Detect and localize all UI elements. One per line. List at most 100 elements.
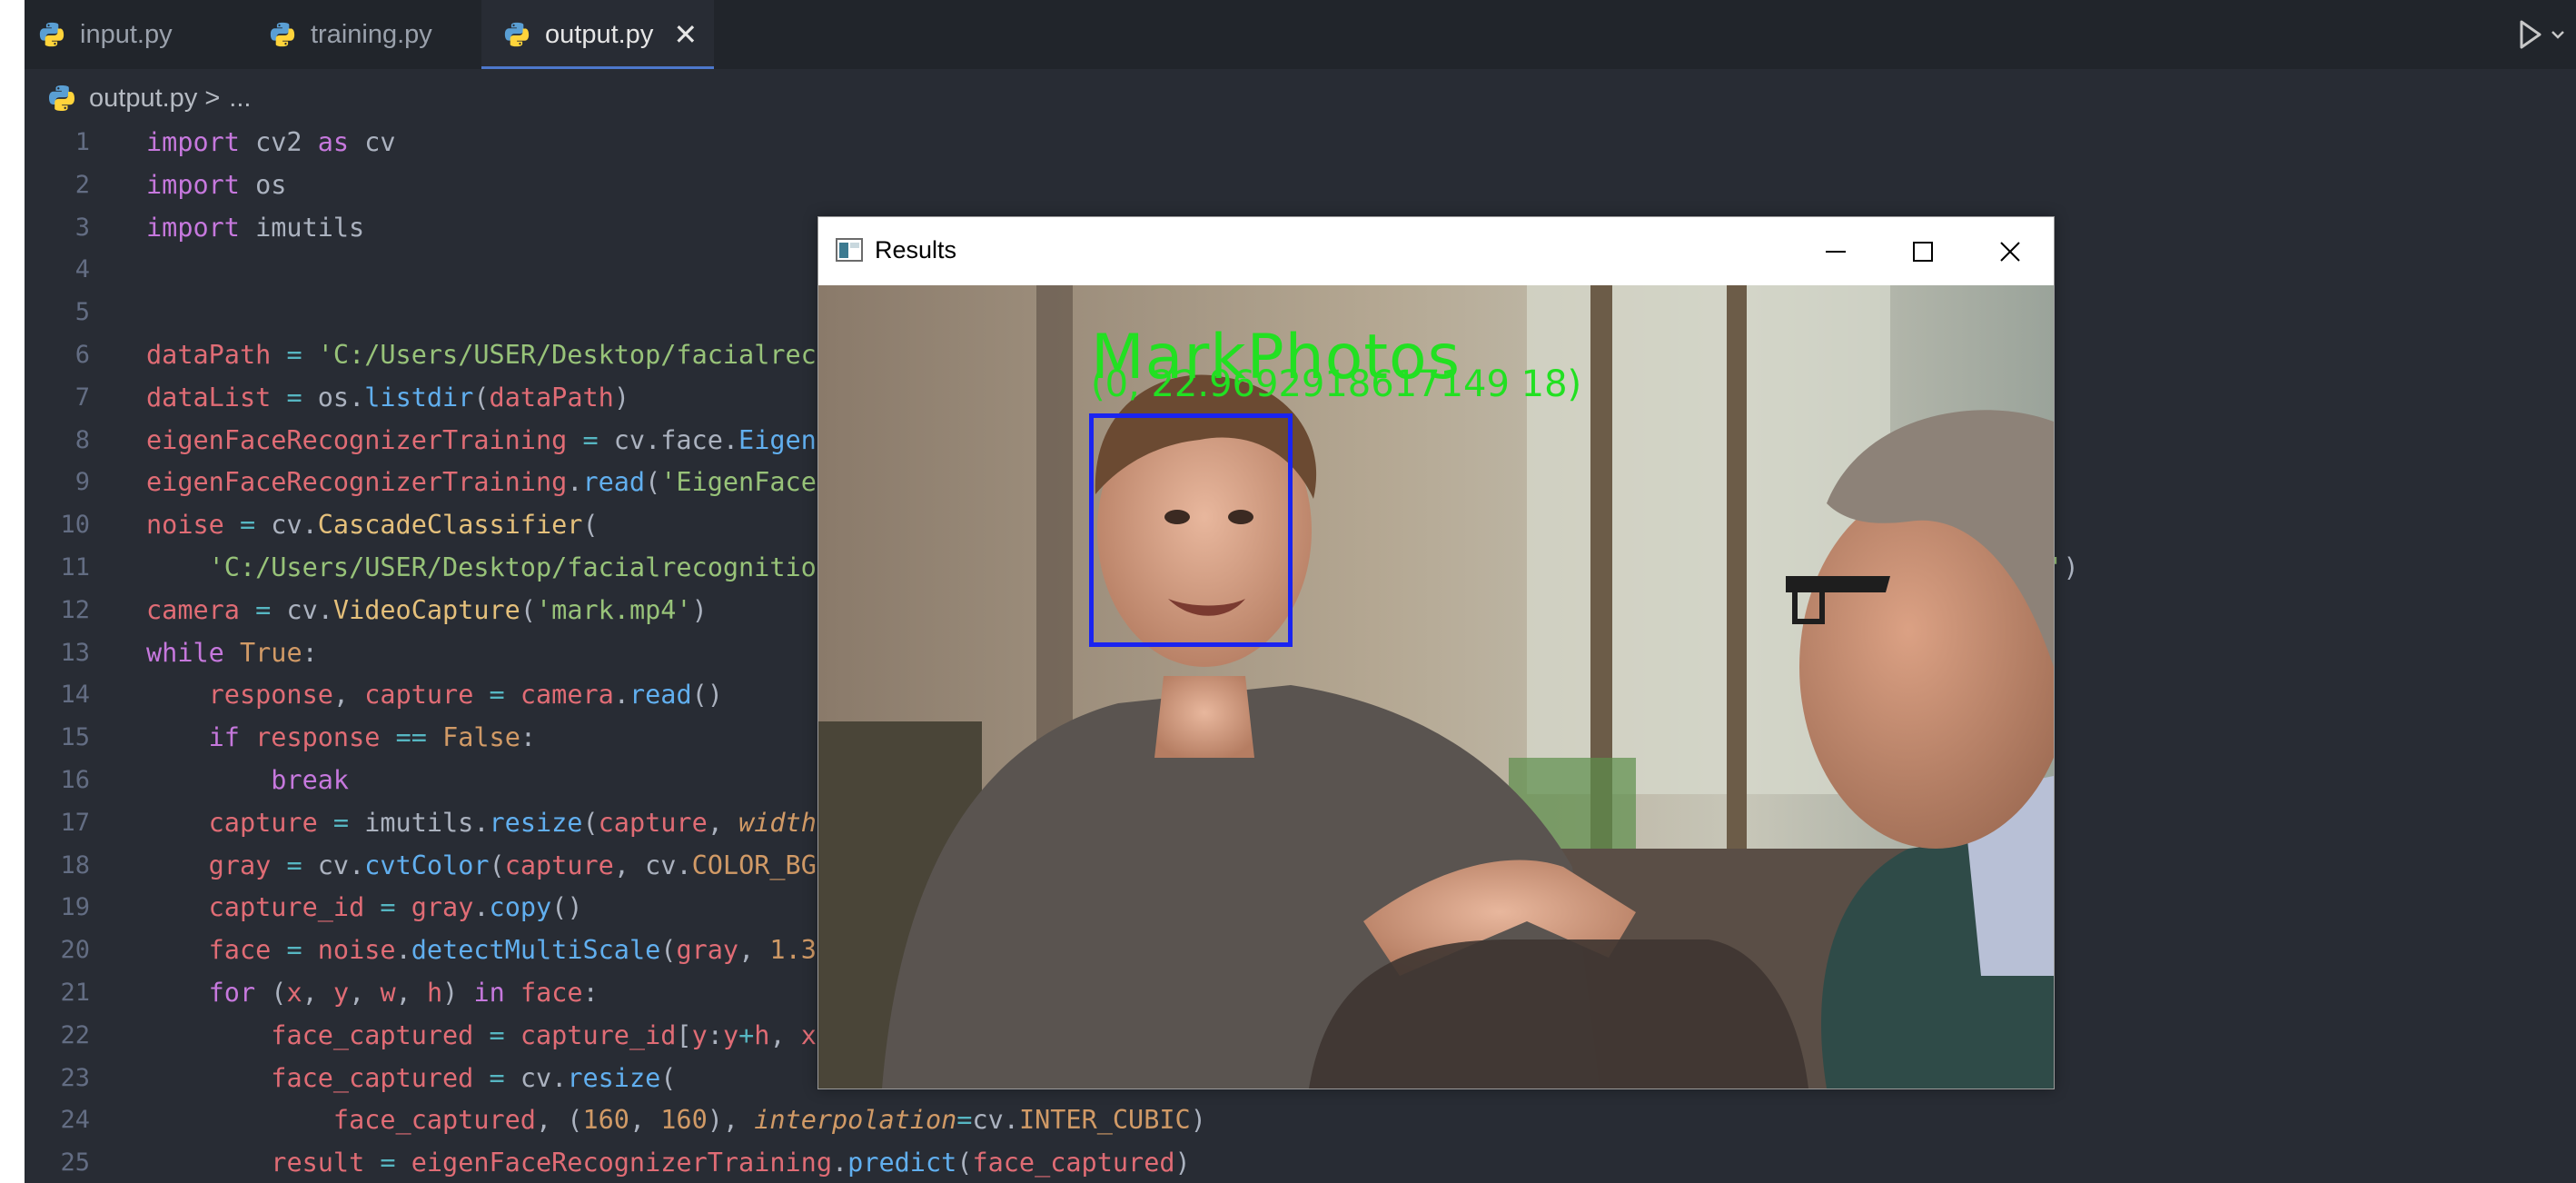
line-number: 19 xyxy=(60,893,90,922)
line-number: 4 xyxy=(74,255,90,284)
code-token: 160 xyxy=(582,1105,629,1136)
code-token: if xyxy=(208,722,240,753)
code-token: ) xyxy=(442,977,474,1008)
maximize-button[interactable] xyxy=(1881,217,1965,285)
code-token: 160 xyxy=(660,1105,708,1136)
code-token: ( xyxy=(660,935,677,966)
code-token: predict xyxy=(847,1148,957,1178)
line-number-gutter: 1 2 3 4 5 6 7 8 9 10 11 12 13 14 15 16 17 18 19 20 21 22 23 24 2… xyxy=(25,122,106,1183)
breadcrumb: output.py > ... xyxy=(47,80,251,116)
code-token: capture xyxy=(598,807,708,838)
code-line[interactable]: result = eigenFaceRecognizerTraining.pre… xyxy=(146,1142,2553,1183)
code-token: ( xyxy=(489,850,505,880)
breadcrumb-trail[interactable]: ... xyxy=(229,84,251,114)
code-token: cv. xyxy=(972,1105,1019,1136)
run-button[interactable] xyxy=(2518,16,2576,53)
code-token: : xyxy=(582,977,599,1008)
breadcrumb-file[interactable]: output.py xyxy=(89,84,197,114)
code-token: . xyxy=(473,892,490,923)
minimize-button[interactable] xyxy=(1794,217,1878,285)
code-token: imutils. xyxy=(364,807,490,838)
code-token: 'C:/Users/USER/Desktop/facialrecognition… xyxy=(208,552,848,582)
code-token: noise xyxy=(146,510,224,541)
code-token: + xyxy=(738,1019,755,1050)
code-token: y xyxy=(332,977,350,1008)
code-token: : xyxy=(520,722,537,753)
tab-label: output.py xyxy=(545,19,654,49)
code-token: , xyxy=(349,977,381,1008)
window-edge xyxy=(0,0,25,1183)
code-token: eigenFaceRecognizerTraining xyxy=(146,424,568,455)
code-line[interactable]: import cv2 as cv xyxy=(146,122,2553,164)
line-number: 6 xyxy=(74,340,90,369)
code-token: gray xyxy=(208,850,272,880)
code-token: import xyxy=(146,212,240,243)
code-token: , xyxy=(302,977,333,1008)
python-icon xyxy=(504,22,530,47)
code-token: capture xyxy=(208,807,318,838)
line-number: 22 xyxy=(60,1020,90,1049)
line-number: 10 xyxy=(60,511,90,540)
results-window[interactable]: Results MarkPhotos (0, 22.9692918617149 … xyxy=(817,216,2055,1089)
line-number: 9 xyxy=(74,468,90,497)
code-token: face_captured xyxy=(332,1105,536,1136)
code-token: ( xyxy=(255,977,287,1008)
code-token: ) xyxy=(613,382,629,413)
code-token: . xyxy=(395,935,411,966)
code-token: = xyxy=(473,680,520,711)
minimize-icon xyxy=(1826,250,1846,253)
code-token: for xyxy=(208,977,256,1008)
code-token: capture xyxy=(364,680,474,711)
code-token: ( xyxy=(520,594,536,625)
tab-output-py[interactable]: output.py ✕ xyxy=(481,0,714,69)
code-token: ) xyxy=(1174,1148,1191,1178)
code-token: while xyxy=(146,637,224,668)
code-token: as xyxy=(317,127,350,157)
code-token: x xyxy=(286,977,302,1008)
code-token: face_captured xyxy=(271,1019,474,1050)
results-window-title: Results xyxy=(875,236,957,263)
tab-training-py[interactable]: training.py xyxy=(263,0,480,69)
code-token: cv. xyxy=(286,594,333,625)
code-token: , xyxy=(707,807,739,838)
code-token: True xyxy=(239,637,302,668)
code-token: resize xyxy=(489,807,583,838)
code-token: y xyxy=(722,1019,739,1050)
line-number: 25 xyxy=(60,1148,90,1178)
code-line[interactable]: import os xyxy=(146,164,2553,207)
code-token: detectMultiScale xyxy=(411,935,661,966)
close-button[interactable] xyxy=(1968,217,2052,285)
line-number: 11 xyxy=(60,552,90,582)
code-token: () xyxy=(691,680,723,711)
code-token: ( xyxy=(473,382,490,413)
code-token: = xyxy=(271,382,318,413)
maximize-icon xyxy=(1913,241,1933,262)
tab-label: input.py xyxy=(80,19,173,49)
code-token: eigenFaceRecognizerTraining xyxy=(411,1148,832,1178)
code-token: h xyxy=(426,977,443,1008)
code-token: , xyxy=(395,977,427,1008)
results-titlebar[interactable]: Results xyxy=(818,217,2054,285)
code-token: os xyxy=(239,169,287,200)
tab-input-py[interactable]: input.py xyxy=(35,0,254,69)
tab-close-icon[interactable]: ✕ xyxy=(673,17,698,52)
code-token: CascadeClassifier xyxy=(317,510,583,541)
line-number: 12 xyxy=(60,595,90,624)
code-token: , xyxy=(332,680,365,711)
code-line[interactable]: face_captured, (160, 160), interpolation… xyxy=(146,1099,2553,1142)
code-token: = xyxy=(271,850,318,880)
code-token: 'mark.mp4' xyxy=(536,594,692,625)
code-token: = xyxy=(223,510,272,541)
code-token: ( xyxy=(582,807,599,838)
code-token: . xyxy=(567,467,583,498)
code-token: : xyxy=(302,637,318,668)
code-token: ( xyxy=(582,510,599,541)
code-token: 1.3 xyxy=(769,935,817,966)
code-token: cv. xyxy=(520,1062,568,1093)
